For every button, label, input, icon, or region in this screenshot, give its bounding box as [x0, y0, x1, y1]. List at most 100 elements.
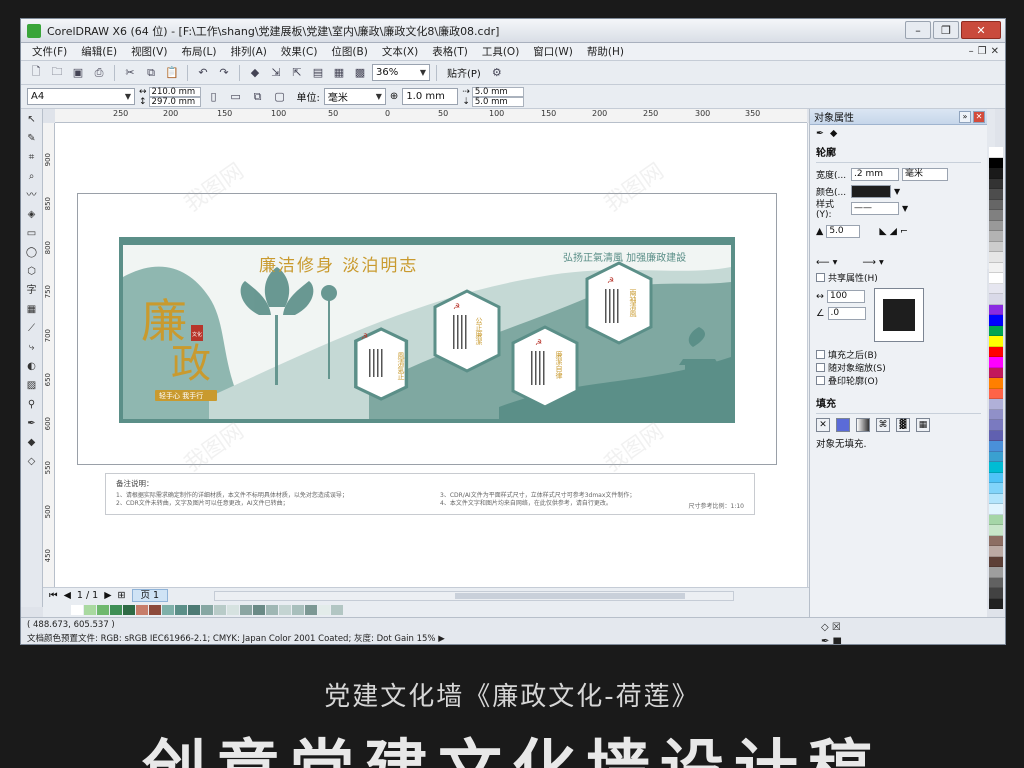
fill-tab-icon[interactable]: ◆	[830, 128, 837, 139]
print-icon[interactable]: ⎙	[90, 64, 108, 82]
document-palette-swatch[interactable]	[97, 605, 109, 615]
landscape-icon[interactable]: ▭	[227, 88, 245, 106]
outline-indicator-icon[interactable]: ✒ ■	[821, 636, 842, 644]
export-icon[interactable]: ⇱	[288, 64, 306, 82]
duplicate-y-input[interactable]: 5.0 mm	[471, 96, 524, 107]
zoom-level-select[interactable]: 36% ▼	[372, 64, 430, 81]
document-palette-swatch[interactable]	[279, 605, 291, 615]
welcome-screen-icon[interactable]: ▩	[351, 64, 369, 82]
fill-tool-icon[interactable]: ◆	[24, 436, 40, 450]
palette-color-swatch[interactable]	[989, 451, 1003, 462]
palette-color-swatch[interactable]	[989, 388, 1003, 399]
texture-fill-icon[interactable]: ▓	[896, 418, 910, 432]
shape-tool-icon[interactable]: ✎	[24, 132, 40, 146]
redo-icon[interactable]: ↷	[215, 64, 233, 82]
page-height-input[interactable]: 297.0 mm	[148, 96, 201, 107]
search-content-icon[interactable]: ◆	[246, 64, 264, 82]
fill-indicator-icon[interactable]: ◇ ☒	[821, 622, 842, 633]
docker-collapse-icon[interactable]: »	[959, 110, 971, 123]
options-icon[interactable]: ⚙	[488, 64, 506, 82]
menu-layout[interactable]: 布局(L)	[174, 44, 223, 59]
connector-tool-icon[interactable]: ⤷	[24, 341, 40, 355]
document-palette-swatch[interactable]	[162, 605, 174, 615]
arrowhead-start-icon[interactable]: ⟵ ▾	[816, 257, 837, 268]
open-icon[interactable]: 🗀	[48, 64, 66, 82]
palette-color-swatch[interactable]	[989, 493, 1003, 504]
document-palette-swatch[interactable]	[71, 605, 83, 615]
title-bar[interactable]: CorelDRAW X6 (64 位) - [F:\工作\shang\党建展板\…	[21, 19, 1005, 43]
palette-color-swatch[interactable]	[989, 346, 1003, 357]
cut-icon[interactable]: ✂	[121, 64, 139, 82]
document-palette-swatch[interactable]	[188, 605, 200, 615]
palette-color-swatch[interactable]	[989, 304, 1003, 315]
fill-behind-checkbox[interactable]	[816, 350, 825, 359]
duplicate-x-input[interactable]: 5.0 mm	[471, 86, 524, 97]
snap-to-menu[interactable]: 贴齐(P)	[443, 65, 485, 80]
menu-text[interactable]: 文本(X)	[375, 44, 425, 59]
overprint-outline-checkbox[interactable]	[816, 376, 825, 385]
dimension-tool-icon[interactable]: ⟋	[24, 322, 40, 336]
outline-color-swatch[interactable]	[851, 185, 891, 198]
outline-style-select[interactable]: ——	[851, 202, 899, 215]
add-page-icon[interactable]: ⊞	[118, 590, 126, 601]
new-document-icon[interactable]: 🗋	[27, 64, 45, 82]
palette-color-swatch[interactable]	[989, 504, 1003, 515]
palette-color-swatch[interactable]	[989, 357, 1003, 368]
zoom-tool-icon[interactable]: ⌕	[24, 170, 40, 184]
nib-stretch-input[interactable]: 100	[826, 290, 865, 303]
horizontal-scrollbar[interactable]	[214, 590, 735, 601]
page-size-select[interactable]: A4 ▼	[27, 88, 135, 105]
corner-style-icon[interactable]: ◣ ◢ ⌐	[879, 226, 908, 237]
outline-units-select[interactable]: 毫米	[902, 168, 948, 181]
nib-preview[interactable]	[873, 288, 924, 342]
document-palette-swatch[interactable]	[84, 605, 96, 615]
palette-color-swatch[interactable]	[989, 546, 1003, 557]
arrowhead-end-icon[interactable]: ⟶ ▾	[862, 257, 883, 268]
document-palette-swatch[interactable]	[331, 605, 343, 615]
menu-window[interactable]: 窗口(W)	[526, 44, 580, 59]
first-page-icon[interactable]: ⏮	[49, 590, 58, 601]
palette-color-swatch[interactable]	[989, 147, 1003, 158]
menu-arrange[interactable]: 排列(A)	[224, 44, 274, 59]
palette-color-swatch[interactable]	[989, 430, 1003, 441]
freehand-tool-icon[interactable]: 〰	[24, 189, 40, 203]
palette-color-swatch[interactable]	[989, 210, 1003, 221]
palette-color-swatch[interactable]	[989, 336, 1003, 347]
palette-color-swatch[interactable]	[989, 178, 1003, 189]
polygon-tool-icon[interactable]: ⬡	[24, 265, 40, 279]
outline-width-input[interactable]: .2 mm	[851, 168, 899, 181]
menu-view[interactable]: 视图(V)	[124, 44, 174, 59]
palette-color-swatch[interactable]	[989, 577, 1003, 588]
palette-color-swatch[interactable]	[989, 378, 1003, 389]
palette-color-swatch[interactable]	[989, 409, 1003, 420]
document-palette-swatch[interactable]	[266, 605, 278, 615]
rectangle-tool-icon[interactable]: ▭	[24, 227, 40, 241]
drawing-canvas[interactable]: 廉洁修身 淡泊明志 弘扬正氣清風 加强廉政建設 廉 政 文化 轻手心 我手行 風…	[55, 123, 807, 587]
menu-table[interactable]: 表格(T)	[425, 44, 475, 59]
document-palette-swatch[interactable]	[110, 605, 122, 615]
document-palette-swatch[interactable]	[318, 605, 330, 615]
palette-color-swatch[interactable]	[989, 189, 1003, 200]
docker-close-icon[interactable]: ✕	[973, 110, 985, 123]
doc-minimize-icon[interactable]: –	[969, 46, 974, 57]
scale-with-object-checkbox[interactable]	[816, 363, 825, 372]
palette-color-swatch[interactable]	[989, 252, 1003, 263]
close-button[interactable]: ✕	[961, 21, 1001, 39]
document-palette-swatch[interactable]	[253, 605, 265, 615]
miter-limit-input[interactable]: 5.0	[826, 225, 861, 238]
menu-file[interactable]: 文件(F)	[25, 44, 74, 59]
menu-effects[interactable]: 效果(C)	[274, 44, 325, 59]
smart-fill-icon[interactable]: ◈	[24, 208, 40, 222]
palette-color-swatch[interactable]	[989, 472, 1003, 483]
palette-color-swatch[interactable]	[989, 441, 1003, 452]
culture-wall-artwork[interactable]: 廉洁修身 淡泊明志 弘扬正氣清風 加强廉政建設 廉 政 文化 轻手心 我手行 風…	[119, 237, 735, 423]
palette-color-swatch[interactable]	[989, 157, 1003, 168]
eyedropper-tool-icon[interactable]: ⚲	[24, 398, 40, 412]
outline-tab-icon[interactable]: ✒	[816, 128, 824, 139]
palette-color-swatch[interactable]	[989, 514, 1003, 525]
document-palette-swatch[interactable]	[214, 605, 226, 615]
shared-attributes-checkbox[interactable]	[816, 273, 825, 282]
palette-color-swatch[interactable]	[989, 420, 1003, 431]
document-palette-swatch[interactable]	[136, 605, 148, 615]
maximize-button[interactable]: ❐	[933, 21, 959, 39]
